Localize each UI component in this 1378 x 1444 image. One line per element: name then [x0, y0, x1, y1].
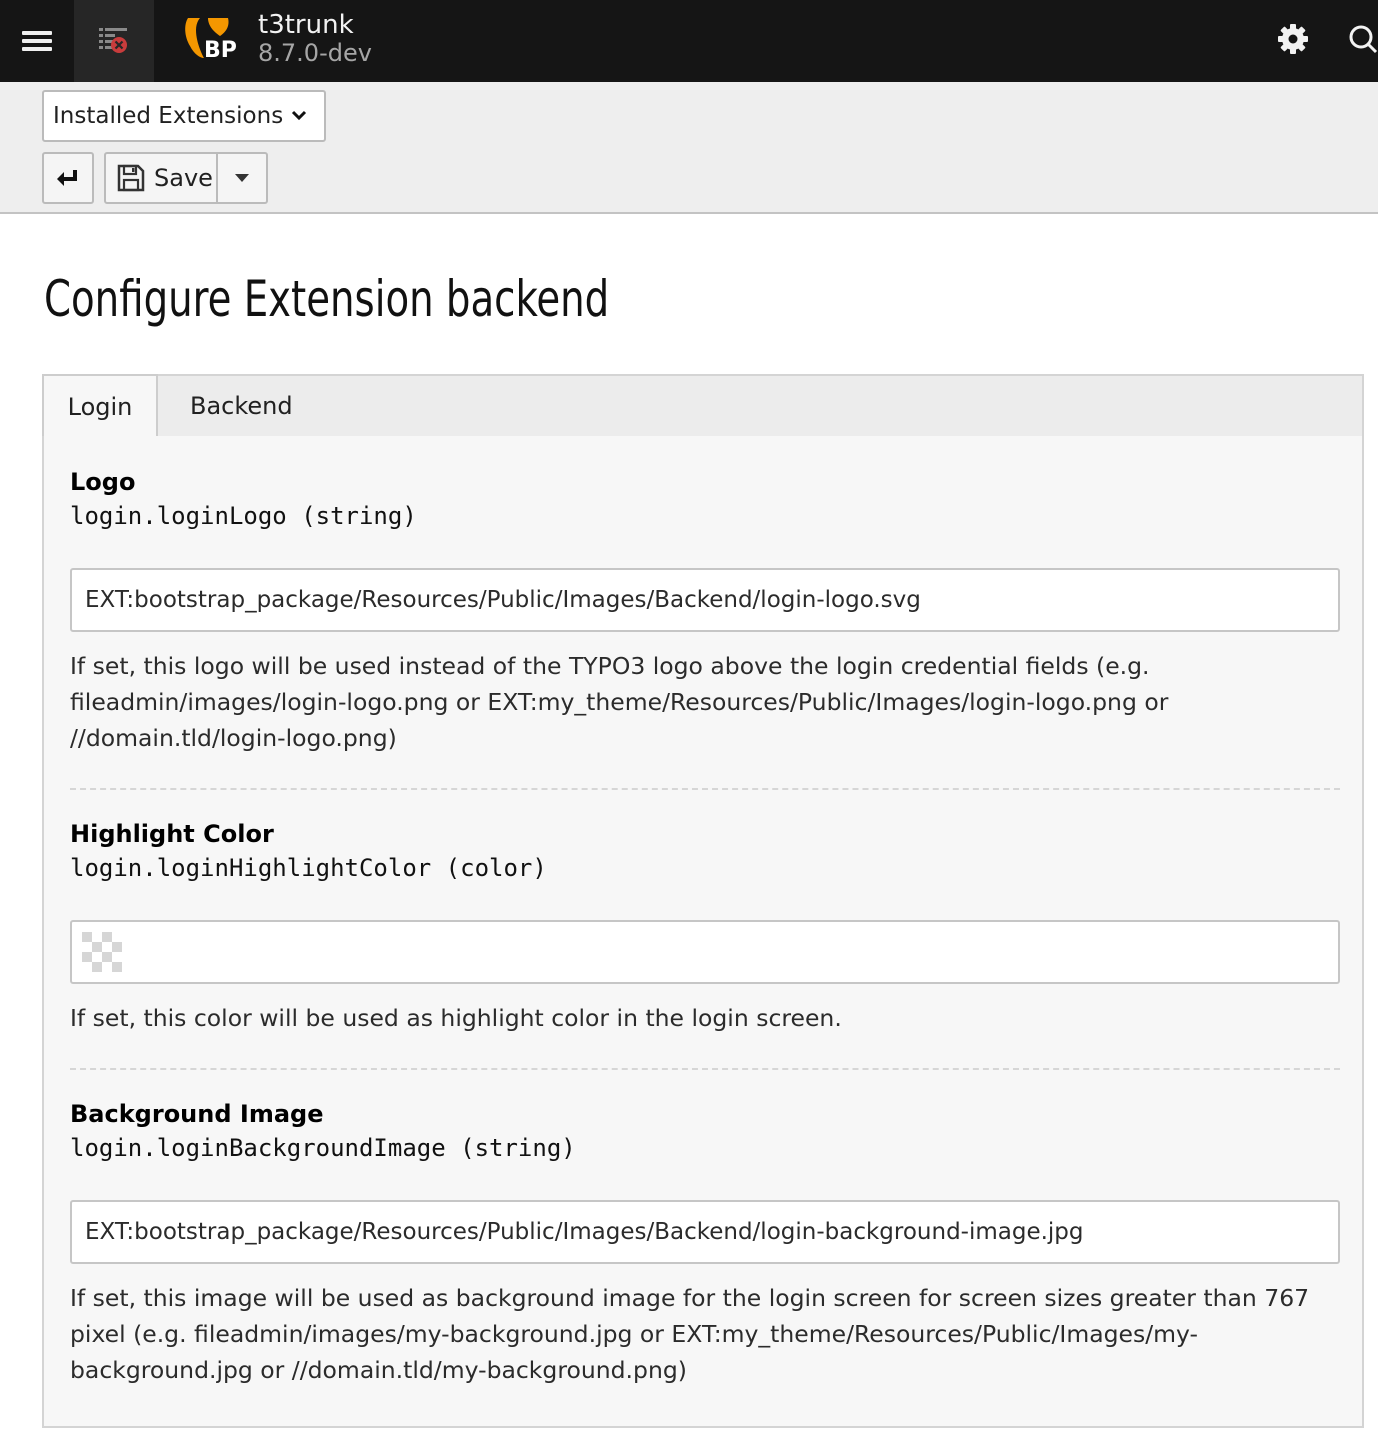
logo-text: BP — [204, 38, 237, 63]
chevron-down-icon — [291, 110, 307, 121]
field-description: If set, this color will be used as highl… — [70, 1004, 842, 1032]
page-title: Configure Extension backend — [44, 270, 610, 328]
site-name: t3trunk — [258, 10, 354, 40]
tab-login[interactable]: Login — [42, 374, 158, 440]
field-key: login.loginLogo (string) — [70, 502, 417, 530]
save-options-dropdown[interactable] — [218, 154, 266, 202]
save-button-group: Save — [104, 152, 268, 204]
background-image-input[interactable]: EXT:bootstrap_package/Resources/Public/I… — [70, 1200, 1340, 1264]
field-description: If set, this image will be used as backg… — [70, 1284, 1310, 1384]
field-logo: Logo login.loginLogo (string) EXT:bootst… — [70, 468, 1340, 752]
field-key: login.loginBackgroundImage (string) — [70, 1134, 576, 1162]
search-icon — [1349, 25, 1378, 54]
cache-clear-icon — [99, 28, 127, 53]
gear-icon — [1278, 24, 1308, 54]
logo-input[interactable]: EXT:bootstrap_package/Resources/Public/I… — [70, 568, 1340, 632]
color-swatch-transparent[interactable] — [82, 932, 122, 972]
field-divider — [70, 1068, 1340, 1070]
search-button[interactable] — [1346, 14, 1378, 64]
module-function-select[interactable]: Installed Extensions — [42, 90, 326, 142]
module-function-selected: Installed Extensions — [53, 103, 284, 129]
field-title: Logo — [70, 468, 136, 496]
menu-icon — [22, 31, 52, 51]
floppy-disk-icon — [117, 164, 145, 192]
config-tabs: Login Backend — [42, 374, 1364, 440]
field-title: Background Image — [70, 1100, 324, 1128]
site-logo[interactable]: BP — [182, 14, 237, 68]
topbar: BP t3trunk 8.7.0-dev — [0, 0, 1378, 82]
field-key: login.loginHighlightColor (color) — [70, 854, 547, 882]
field-description: If set, this logo will be used instead o… — [70, 652, 1169, 752]
module-menu-toggle-button[interactable] — [0, 0, 74, 82]
save-button[interactable]: Save — [106, 154, 218, 202]
field-background-image: Background Image login.loginBackgroundIm… — [70, 1100, 1340, 1384]
field-highlight-color: Highlight Color login.loginHighlightColo… — [70, 820, 1340, 1032]
site-version: 8.7.0-dev — [258, 39, 372, 67]
caret-down-icon — [235, 174, 249, 182]
field-title: Highlight Color — [70, 820, 274, 848]
back-button[interactable] — [42, 152, 94, 204]
save-button-label: Save — [154, 164, 213, 192]
tab-panel-login: Logo login.loginLogo (string) EXT:bootst… — [42, 436, 1364, 1428]
clear-cache-button[interactable] — [74, 0, 154, 82]
field-divider — [70, 788, 1340, 790]
system-settings-button[interactable] — [1268, 14, 1318, 64]
highlight-color-input[interactable] — [70, 920, 1340, 984]
docheader: Installed Extensions Save — [0, 82, 1378, 214]
tab-backend[interactable]: Backend — [190, 374, 293, 438]
return-arrow-icon — [57, 170, 77, 186]
